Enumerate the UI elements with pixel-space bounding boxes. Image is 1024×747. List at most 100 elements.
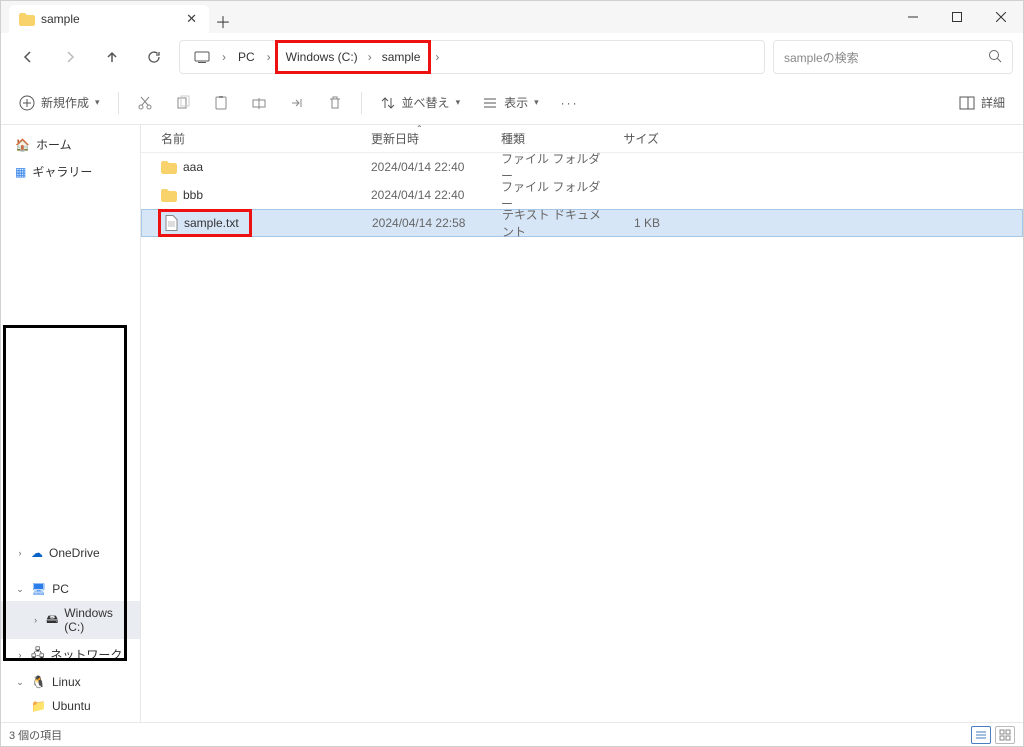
sort-asc-icon: ⌃ bbox=[416, 125, 423, 133]
sidebar-item-label: ギャラリー bbox=[32, 163, 92, 180]
toolbar: 新規作成 ▾ 並べ替え ▾ 表示 ▾ ··· 詳細 bbox=[1, 81, 1023, 125]
tab-sample[interactable]: sample ✕ bbox=[9, 5, 209, 33]
column-date[interactable]: 更新日時 bbox=[371, 130, 501, 147]
sidebar: 🏠ホーム ▦ギャラリー ›☁OneDrive ⌄🖥PC ›🖴Windows (C… bbox=[1, 125, 141, 724]
separator bbox=[118, 92, 119, 114]
more-button[interactable]: ··· bbox=[553, 90, 587, 116]
rename-icon bbox=[251, 95, 267, 111]
refresh-button[interactable] bbox=[137, 40, 171, 74]
view-button-label: 表示 bbox=[504, 94, 528, 111]
window-controls bbox=[891, 1, 1023, 33]
selection-highlight: sample.txt bbox=[158, 209, 252, 237]
breadcrumb-pc-icon[interactable] bbox=[186, 41, 218, 73]
details-icon bbox=[959, 95, 975, 111]
cut-button[interactable] bbox=[129, 89, 161, 117]
view-button[interactable]: 表示 ▾ bbox=[474, 88, 547, 117]
view-mode-toggle bbox=[971, 726, 1015, 744]
search-input[interactable]: sampleの検索 bbox=[773, 40, 1013, 74]
file-list: 名前 更新日時 種類 サイズ ⌃ aaa 2024/04/14 22:40 ファ… bbox=[141, 125, 1023, 724]
maximize-button[interactable] bbox=[935, 1, 979, 33]
sidebar-item-ubuntu[interactable]: 📁 Ubuntu bbox=[1, 694, 140, 718]
main: 🏠ホーム ▦ギャラリー ›☁OneDrive ⌄🖥PC ›🖴Windows (C… bbox=[1, 125, 1023, 724]
file-name: aaa bbox=[183, 160, 203, 174]
file-date: 2024/04/14 22:40 bbox=[371, 188, 501, 202]
file-type: テキスト ドキュメント bbox=[502, 206, 608, 240]
paste-icon bbox=[213, 95, 229, 111]
separator bbox=[361, 92, 362, 114]
list-item[interactable]: sample.txt 2024/04/14 22:58 テキスト ドキュメント … bbox=[141, 209, 1023, 237]
column-size[interactable]: サイズ bbox=[607, 130, 667, 147]
text-file-icon bbox=[165, 215, 178, 231]
delete-button[interactable] bbox=[319, 89, 351, 117]
back-button[interactable] bbox=[11, 40, 45, 74]
sort-icon bbox=[380, 95, 396, 111]
home-icon: 🏠 bbox=[15, 138, 30, 152]
file-size: 1 KB bbox=[608, 216, 668, 230]
details-pane-button[interactable]: 詳細 bbox=[951, 88, 1013, 117]
share-icon bbox=[289, 95, 305, 111]
chevron-down-icon[interactable]: ⌄ bbox=[15, 677, 25, 688]
tab-strip: sample ✕ ＋ bbox=[9, 5, 237, 33]
icons-view-button[interactable] bbox=[995, 726, 1015, 744]
folder-icon bbox=[161, 161, 177, 174]
chevron-right-icon[interactable]: › bbox=[220, 50, 228, 64]
close-button[interactable] bbox=[979, 1, 1023, 33]
sidebar-item-label: Ubuntu bbox=[52, 699, 91, 713]
chevron-down-icon: ▾ bbox=[95, 97, 100, 108]
details-label: 詳細 bbox=[981, 94, 1005, 111]
chevron-down-icon: ▾ bbox=[456, 97, 461, 108]
folder-icon: 📁 bbox=[31, 699, 46, 713]
minimize-button[interactable] bbox=[891, 1, 935, 33]
view-icon bbox=[482, 95, 498, 111]
address-bar: › PC › Windows (C:) › sample › sampleの検索 bbox=[1, 33, 1023, 81]
copy-icon bbox=[175, 95, 191, 111]
titlebar: sample ✕ ＋ bbox=[1, 1, 1023, 33]
search-icon bbox=[988, 49, 1002, 66]
rename-button[interactable] bbox=[243, 89, 275, 117]
details-view-button[interactable] bbox=[971, 726, 991, 744]
status-bar: 3 個の項目 bbox=[1, 722, 1023, 746]
share-button[interactable] bbox=[281, 89, 313, 117]
column-type[interactable]: 種類 bbox=[501, 130, 607, 147]
sort-button[interactable]: 並べ替え ▾ bbox=[372, 88, 469, 117]
paste-button[interactable] bbox=[205, 89, 237, 117]
folder-icon bbox=[161, 189, 177, 202]
breadcrumb-folder[interactable]: sample bbox=[374, 43, 429, 71]
chevron-right-icon[interactable]: › bbox=[433, 50, 441, 64]
search-placeholder: sampleの検索 bbox=[784, 49, 859, 66]
forward-button[interactable] bbox=[53, 40, 87, 74]
chevron-right-icon[interactable]: › bbox=[265, 50, 273, 64]
file-name: sample.txt bbox=[184, 216, 239, 230]
redaction-box bbox=[3, 325, 127, 661]
column-headers: 名前 更新日時 種類 サイズ ⌃ bbox=[141, 125, 1023, 153]
file-name: bbb bbox=[183, 188, 203, 202]
linux-icon: 🐧 bbox=[31, 675, 46, 689]
sidebar-item-linux[interactable]: ⌄ 🐧 Linux bbox=[1, 670, 140, 694]
breadcrumb-highlight: Windows (C:) › sample bbox=[275, 40, 432, 74]
breadcrumb-drive[interactable]: Windows (C:) bbox=[278, 43, 366, 71]
tab-title: sample bbox=[41, 12, 80, 26]
trash-icon bbox=[327, 95, 343, 111]
new-button[interactable]: 新規作成 ▾ bbox=[11, 88, 108, 117]
ellipsis-icon: ··· bbox=[561, 96, 579, 110]
chevron-right-icon[interactable]: › bbox=[366, 50, 374, 64]
plus-circle-icon bbox=[19, 95, 35, 111]
list-item[interactable]: aaa 2024/04/14 22:40 ファイル フォルダー bbox=[141, 153, 1023, 181]
close-tab-icon[interactable]: ✕ bbox=[186, 11, 197, 27]
new-tab-button[interactable]: ＋ bbox=[209, 9, 237, 33]
column-name[interactable]: 名前 bbox=[141, 130, 371, 147]
list-item[interactable]: bbb 2024/04/14 22:40 ファイル フォルダー bbox=[141, 181, 1023, 209]
chevron-down-icon: ▾ bbox=[534, 97, 539, 108]
breadcrumb-pc[interactable]: PC bbox=[230, 41, 263, 73]
up-button[interactable] bbox=[95, 40, 129, 74]
sidebar-item-label: Linux bbox=[52, 675, 81, 689]
sidebar-item-gallery[interactable]: ▦ ギャラリー bbox=[1, 158, 140, 185]
gallery-icon: ▦ bbox=[15, 165, 26, 179]
breadcrumb[interactable]: › PC › Windows (C:) › sample › bbox=[179, 40, 765, 74]
copy-button[interactable] bbox=[167, 89, 199, 117]
file-date: 2024/04/14 22:40 bbox=[371, 160, 501, 174]
sort-button-label: 並べ替え bbox=[402, 94, 450, 111]
sidebar-item-home[interactable]: 🏠 ホーム bbox=[1, 131, 140, 158]
new-button-label: 新規作成 bbox=[41, 94, 89, 111]
sidebar-item-label: ホーム bbox=[36, 136, 72, 153]
